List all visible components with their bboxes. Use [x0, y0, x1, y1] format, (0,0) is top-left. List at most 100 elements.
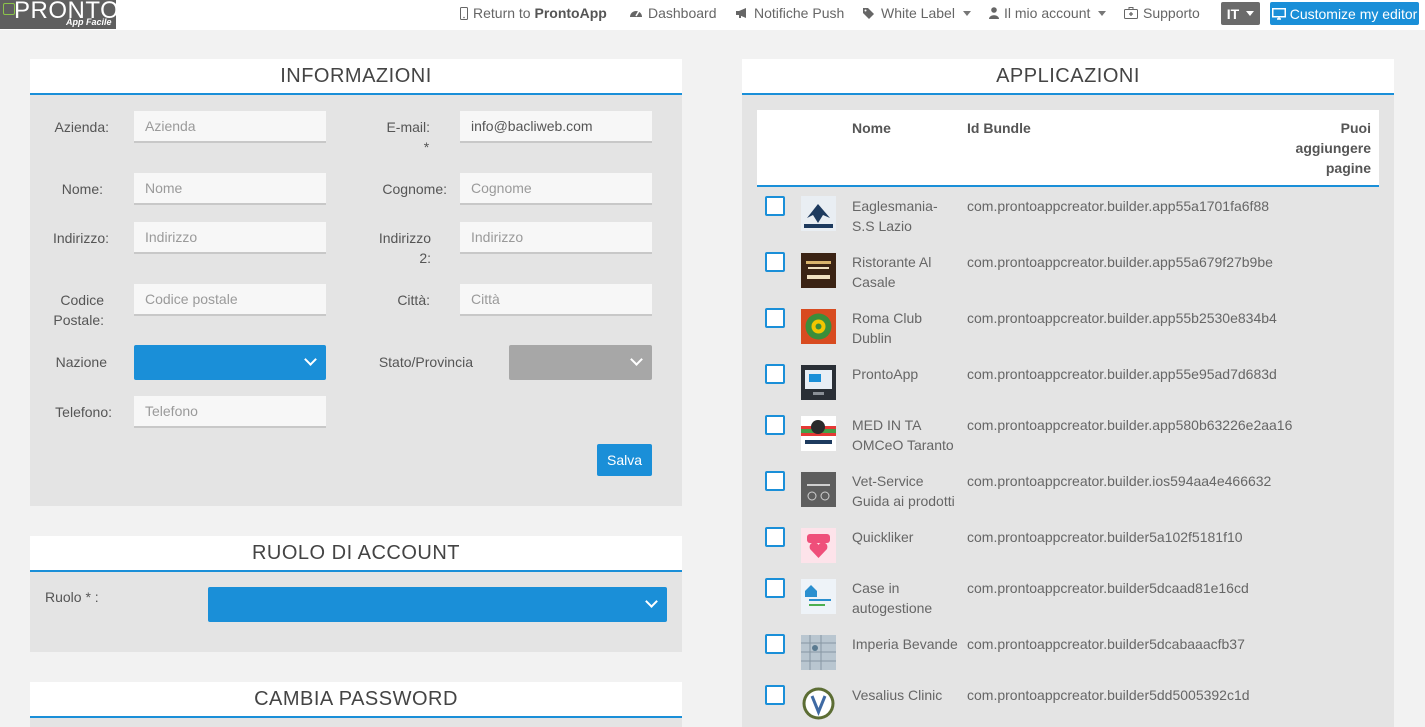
- app-name-line2: Dublin: [852, 330, 892, 346]
- language-selector[interactable]: IT: [1221, 2, 1260, 25]
- app-name: Roma Club Dublin: [852, 308, 960, 348]
- app-name-line1: ProntoApp: [852, 366, 919, 382]
- email-input[interactable]: [460, 111, 652, 143]
- app-name-line1: Imperia Bevande: [852, 636, 958, 652]
- chevron-down-icon: [962, 10, 971, 16]
- app-name-line1: Vet-Service: [852, 473, 924, 489]
- language-label: IT: [1226, 5, 1240, 22]
- nazione-select[interactable]: [134, 345, 326, 380]
- app-name: Quickliker: [852, 527, 960, 547]
- app-checkbox[interactable]: [765, 471, 785, 491]
- app-bundle-id: com.prontoappcreator.builder.app55a679f2…: [967, 254, 1273, 270]
- app-name: Imperia Bevande: [852, 634, 962, 654]
- app-name: Ristorante Al Casale: [852, 252, 960, 292]
- app-checkbox[interactable]: [765, 685, 785, 705]
- app-name-line1: Ristorante Al: [852, 254, 932, 270]
- ruolo-label: Ruolo * :: [45, 589, 99, 605]
- app-name-line2: autogestione: [852, 600, 933, 616]
- indirizzo2-input[interactable]: [460, 222, 652, 254]
- customize-editor-button[interactable]: Customize my editor: [1270, 2, 1419, 25]
- app-name-line1: Quickliker: [852, 529, 914, 545]
- app-name: Vesalius Clinic: [852, 685, 960, 705]
- ruolo-header: RUOLO DI ACCOUNT: [30, 536, 682, 572]
- app-name: MED IN TA OMCeO Taranto: [852, 415, 960, 455]
- app-checkbox[interactable]: [765, 527, 785, 547]
- app-name-line2: OMCeO Taranto: [852, 437, 954, 453]
- cognome-input[interactable]: [460, 173, 652, 205]
- app-name: Eaglesmania- S.S Lazio: [852, 196, 960, 236]
- codice-postale-input[interactable]: [134, 284, 326, 316]
- tags-icon: [863, 8, 874, 19]
- top-navbar: PRONTO App Facile Return to ProntoApp Da…: [0, 0, 1425, 30]
- ruolo-title: RUOLO DI ACCOUNT: [251, 542, 461, 564]
- my-account-label: Il mio account: [1004, 5, 1091, 21]
- app-bundle-id: com.prontoappcreator.builder5dd5005392c1…: [967, 687, 1250, 703]
- app-bundle-id: com.prontoappcreator.builder.ios594aa4e4…: [967, 473, 1272, 489]
- app-bundle-id: com.prontoappcreator.builder.app55b2530e…: [967, 310, 1277, 326]
- indirizzo-input[interactable]: [134, 222, 326, 254]
- email-label: E-mail:: [386, 119, 430, 135]
- column-header-nome: Nome: [852, 120, 891, 136]
- apps-table-header: Nome Id Bundle Puoi aggiungere pagine: [757, 110, 1379, 187]
- app-name-line1: Roma Club: [852, 310, 923, 326]
- app-name-line2: Guida ai prodotti: [852, 493, 955, 509]
- applicazioni-body: [742, 95, 1394, 727]
- medical-icon: [801, 416, 836, 451]
- support-link[interactable]: Supporto: [1124, 5, 1200, 21]
- app-checkbox[interactable]: [765, 252, 785, 272]
- app-bundle-id: com.prontoappcreator.builder.app580b6322…: [967, 417, 1293, 433]
- app-bundle-id: com.prontoappcreator.builder.app55a1701f…: [967, 198, 1270, 214]
- app-bundle-id: com.prontoappcreator.builder.app55e95ad7…: [967, 366, 1277, 382]
- app-checkbox[interactable]: [765, 415, 785, 435]
- chevron-down-icon: [304, 353, 317, 366]
- codice-postale-label: Codice Postale:: [40, 290, 104, 330]
- return-to-prontoapp-link[interactable]: Return to ProntoApp: [460, 5, 607, 21]
- support-label: Supporto: [1143, 5, 1200, 21]
- mobile-icon: [460, 6, 468, 20]
- indirizzo2-label: Indirizzo 2:: [370, 228, 431, 268]
- user-icon: [989, 7, 999, 19]
- citta-input[interactable]: [460, 284, 652, 316]
- prontoapp-logo[interactable]: PRONTO App Facile: [0, 0, 119, 29]
- my-account-menu[interactable]: Il mio account: [989, 5, 1107, 21]
- app-bundle-id: com.prontoappcreator.builder5dcabaaacfb3…: [967, 636, 1245, 652]
- app-checkbox[interactable]: [765, 364, 785, 384]
- dashboard-icon: [630, 10, 642, 17]
- app-checkbox[interactable]: [765, 196, 785, 216]
- save-button[interactable]: Salva: [597, 444, 652, 476]
- azienda-input[interactable]: [134, 111, 326, 143]
- column-header-pages-line1: Puoi: [1340, 120, 1371, 136]
- save-button-label: Salva: [606, 452, 643, 468]
- push-notifications-link[interactable]: Notifiche Push: [735, 5, 844, 21]
- ruolo-select[interactable]: [208, 587, 667, 622]
- indirizzo2-label-line2: 2:: [419, 250, 431, 266]
- app-checkbox[interactable]: [765, 308, 785, 328]
- app-name-line2: S.S Lazio: [852, 218, 912, 234]
- clover-icon: [801, 309, 836, 344]
- heart-icon: [801, 528, 836, 563]
- nazione-label: Nazione: [55, 354, 107, 370]
- chevron-down-icon: [1246, 11, 1255, 16]
- applicazioni-header: APPLICAZIONI: [742, 59, 1394, 95]
- bullhorn-icon: [736, 8, 746, 18]
- column-header-pages-line3: pagine: [1325, 160, 1371, 176]
- dashboard-link[interactable]: Dashboard: [629, 5, 717, 21]
- stato-provincia-select[interactable]: [509, 345, 652, 380]
- white-label-menu[interactable]: White Label: [862, 5, 971, 21]
- azienda-label: Azienda:: [54, 119, 109, 135]
- app-name-line1: Vesalius Clinic: [852, 687, 943, 703]
- monitor-icon: [801, 365, 836, 400]
- chevron-down-icon: [630, 353, 643, 366]
- informazioni-header: INFORMAZIONI: [30, 59, 682, 95]
- cambia-password-title: CAMBIA PASSWORD: [254, 688, 458, 710]
- app-checkbox[interactable]: [765, 634, 785, 654]
- telefono-input[interactable]: [134, 396, 326, 428]
- informazioni-title: INFORMAZIONI: [280, 65, 432, 87]
- app-checkbox[interactable]: [765, 578, 785, 598]
- codice-postale-label-line2: Postale:: [53, 312, 104, 328]
- app-name-line2: Casale: [852, 274, 896, 290]
- app-bundle-id: com.prontoappcreator.builder5a102f5181f1…: [967, 529, 1243, 545]
- medkit-icon: [1124, 7, 1138, 19]
- customize-label: Customize my editor: [1289, 5, 1418, 22]
- nome-input[interactable]: [134, 173, 326, 205]
